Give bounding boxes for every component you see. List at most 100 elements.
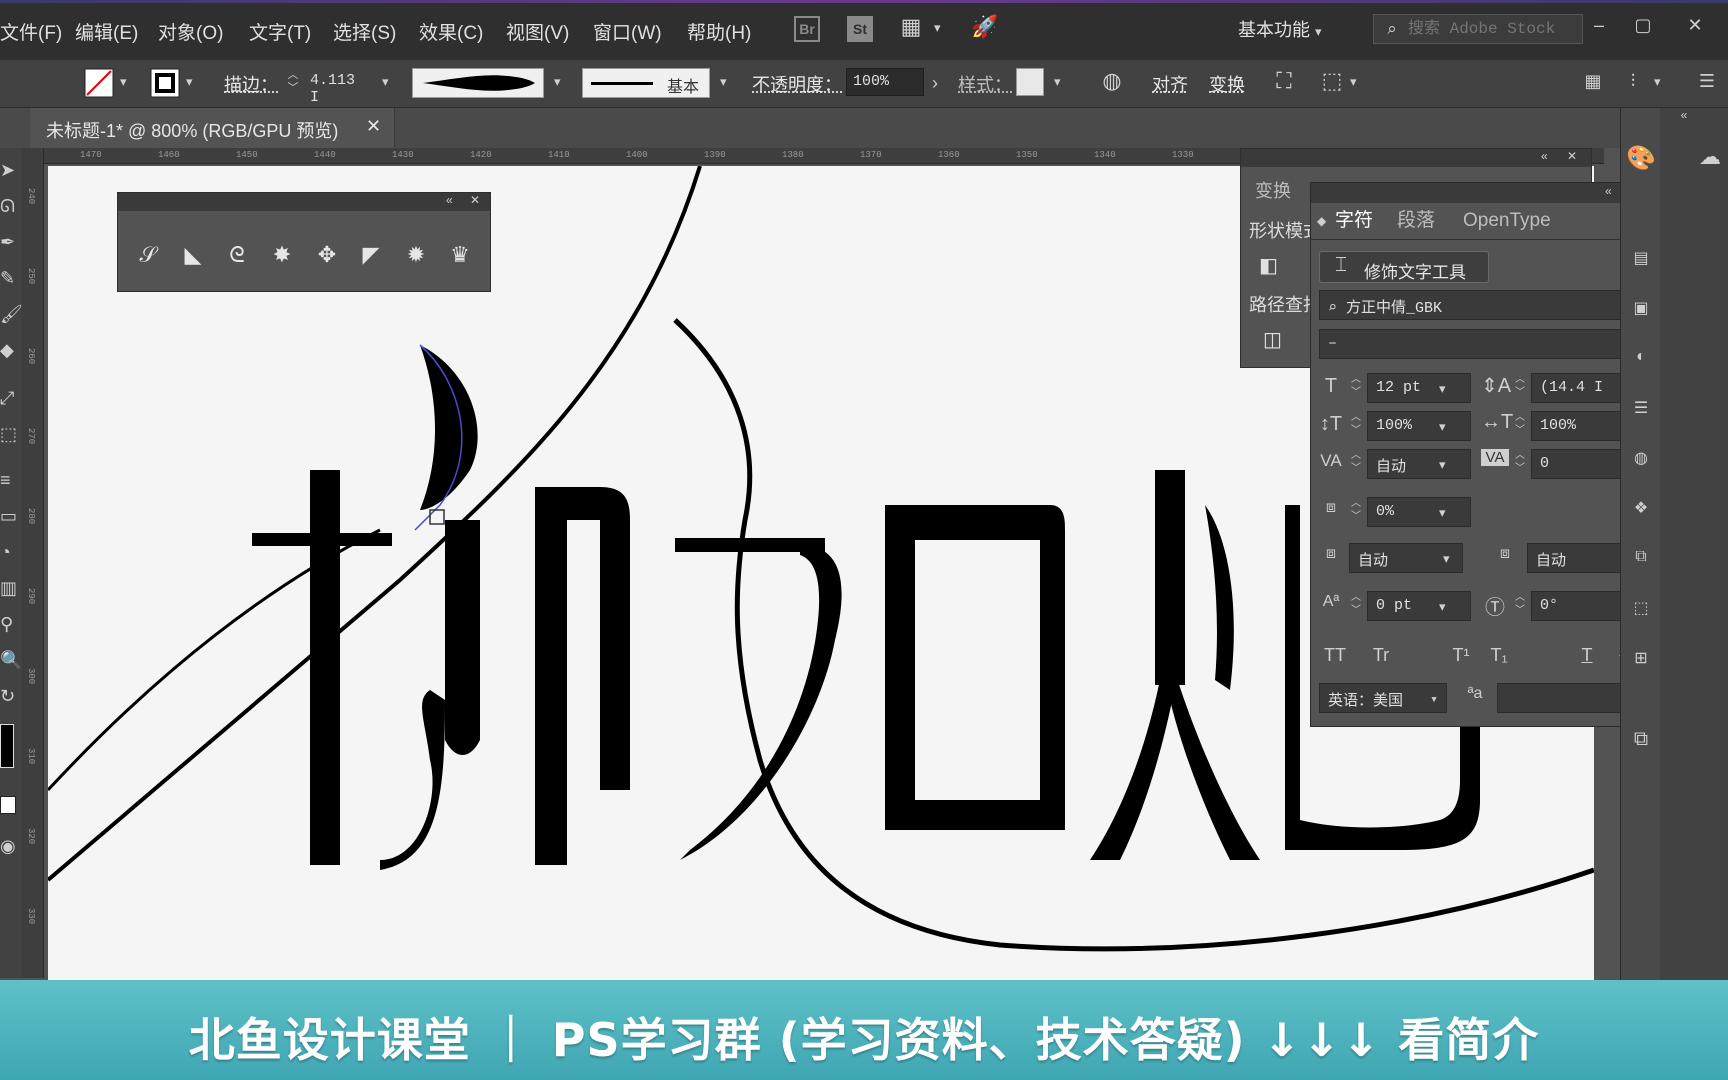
graph-tool-icon[interactable]: ▥: [0, 574, 22, 602]
creative-cloud-libraries-icon[interactable]: ☁: [1694, 144, 1726, 170]
all-caps-icon[interactable]: TT: [1319, 645, 1351, 666]
stock-search-input[interactable]: [1408, 19, 1578, 39]
color-guide-icon[interactable]: 🎨: [1625, 144, 1657, 173]
symbol-sprayer-icon[interactable]: ◔: [0, 538, 22, 566]
collapse-icon[interactable]: «: [1605, 184, 1612, 198]
flag-shape-icon[interactable]: ◣: [177, 241, 209, 269]
lasso-tool-icon[interactable]: ᘏ: [0, 192, 22, 220]
vertical-scale-chevron-icon[interactable]: ▾: [1439, 419, 1446, 435]
align-link[interactable]: 对齐: [1152, 71, 1188, 97]
appearance-panel-icon[interactable]: ☰: [1627, 398, 1655, 418]
workspace-switcher[interactable]: 基本功能 ▾: [1238, 16, 1322, 42]
crown-shape-icon[interactable]: ♛: [444, 241, 476, 269]
stroke-weight-field[interactable]: 4.113 I: [304, 68, 374, 106]
kerning-field[interactable]: 自动: [1367, 449, 1471, 479]
gradient-panel-icon[interactable]: ▣: [1627, 298, 1655, 318]
collapse-icon[interactable]: «: [1541, 149, 1548, 163]
graphic-style-swatch[interactable]: [1016, 68, 1044, 96]
tab-opentype[interactable]: OpenType: [1463, 205, 1551, 237]
menu-file[interactable]: 文件(F): [0, 18, 62, 45]
star-burst-icon[interactable]: ✹: [400, 241, 432, 269]
arrange-chevron-icon[interactable]: ▾: [934, 20, 941, 36]
kerning-chevron-icon[interactable]: ▾: [1439, 457, 1446, 473]
fill-color-box[interactable]: [0, 724, 14, 768]
panel-options-icon[interactable]: ⫶: [1618, 68, 1648, 94]
stroke-swatch[interactable]: [150, 68, 180, 98]
none-color-icon[interactable]: [0, 796, 16, 814]
stroke-weight-label[interactable]: 描边：: [224, 71, 278, 97]
close-icon[interactable]: ✕: [1567, 149, 1577, 163]
subscript-icon[interactable]: T₁: [1485, 645, 1513, 666]
control-menu-icon[interactable]: ☰: [1694, 68, 1720, 94]
warp-chevron-icon[interactable]: ▾: [1350, 74, 1357, 90]
swap-colors-icon[interactable]: ↻: [0, 682, 22, 710]
recolor-artwork-icon[interactable]: ◍: [1098, 68, 1126, 94]
artboards-panel-icon[interactable]: ⬚: [1627, 598, 1655, 618]
dock-collapse-icon[interactable]: «: [1664, 108, 1704, 122]
fill-chevron-icon[interactable]: ▾: [120, 74, 127, 90]
vertical-scale-spinner[interactable]: ︿ ﹀: [1349, 411, 1363, 441]
transform-link[interactable]: 变换: [1209, 71, 1245, 97]
profile-chevron-icon[interactable]: ▾: [554, 74, 561, 90]
gpu-performance-icon[interactable]: 🚀: [970, 14, 1000, 40]
layers-panel-icon[interactable]: ⧉: [1627, 548, 1655, 566]
menu-help[interactable]: 帮助(H): [687, 18, 751, 45]
gradient-tool-icon[interactable]: ▭: [0, 502, 22, 530]
scroll-shape-icon[interactable]: 𝒮: [132, 241, 164, 269]
aki-left-chevron-icon[interactable]: ▾: [1443, 551, 1450, 567]
bridge-button[interactable]: Br: [794, 16, 820, 42]
opacity-field[interactable]: 100%: [846, 68, 924, 96]
opacity-label[interactable]: 不透明度：: [752, 71, 842, 97]
pathfinder-panel-icon[interactable]: ⧉: [1625, 728, 1657, 751]
stroke-weight-chevron-icon[interactable]: ▾: [382, 74, 389, 90]
panel-chevron-icon[interactable]: ▾: [1654, 74, 1661, 90]
transparency-panel-icon[interactable]: ◐: [1627, 348, 1655, 366]
tsume-field[interactable]: 0%: [1367, 497, 1471, 527]
touch-type-tool-button[interactable]: ⌶ 修饰文字工具: [1319, 251, 1489, 283]
graphic-styles-icon[interactable]: ◍: [1627, 448, 1655, 468]
zoom-tool-icon[interactable]: 🔍: [0, 646, 22, 674]
document-tab-close-button[interactable]: ✕: [366, 116, 381, 137]
maximize-button[interactable]: ▢: [1628, 10, 1658, 40]
isolate-group-icon[interactable]: ⛶: [1270, 68, 1298, 94]
baseline-shift-spinner[interactable]: ︿ ﹀: [1349, 591, 1363, 621]
arrange-grid-icon[interactable]: ▦: [1580, 68, 1606, 94]
menu-edit[interactable]: 编辑(E): [75, 18, 138, 45]
brush-tool-icon[interactable]: 🖌: [0, 300, 22, 328]
stroke-chevron-icon[interactable]: ▾: [186, 74, 193, 90]
stroke-spinner-icon[interactable]: ︿ ﹀: [286, 69, 300, 95]
rotation-spinner[interactable]: ︿ ﹀: [1513, 591, 1527, 621]
menu-select[interactable]: 选择(S): [333, 18, 396, 45]
opacity-arrow-icon[interactable]: ›: [924, 70, 946, 96]
language-select[interactable]: 英语：美国 ▾: [1319, 683, 1447, 713]
fill-swatch-none[interactable]: [84, 68, 114, 98]
puppet-warp-icon[interactable]: ⬚: [1318, 68, 1346, 94]
banner-shape-icon[interactable]: ◤: [355, 241, 387, 269]
underline-icon[interactable]: T: [1573, 645, 1601, 666]
pencil-tool-icon[interactable]: ✎: [0, 264, 22, 292]
superscript-icon[interactable]: T¹: [1447, 645, 1475, 666]
eyedropper-tool-icon[interactable]: ⚲: [0, 610, 22, 638]
menu-type[interactable]: 文字(T): [249, 18, 311, 45]
baseline-shift-field[interactable]: 0 pt: [1367, 591, 1471, 621]
style-label[interactable]: 样式：: [958, 71, 1012, 97]
font-size-field[interactable]: 12 pt: [1367, 373, 1471, 403]
align-panel-icon[interactable]: ⊞: [1627, 648, 1655, 668]
minimize-button[interactable]: –: [1584, 10, 1614, 40]
font-size-chevron-icon[interactable]: ▾: [1439, 381, 1446, 397]
arrow-cross-icon[interactable]: ✥: [311, 241, 343, 269]
symbols-panel-icon[interactable]: ❖: [1627, 498, 1655, 518]
selection-tool-icon[interactable]: ➤: [0, 156, 22, 184]
baseline-shift-chevron-icon[interactable]: ▾: [1439, 599, 1446, 615]
stock-search[interactable]: ⌕: [1373, 14, 1583, 44]
menu-view[interactable]: 视图(V): [506, 18, 569, 45]
curl-shape-icon[interactable]: ᘓ: [221, 241, 253, 269]
close-window-button[interactable]: ✕: [1680, 10, 1710, 40]
menu-window[interactable]: 窗口(W): [593, 18, 662, 45]
style-chevron-icon[interactable]: ▾: [1054, 74, 1061, 90]
tab-character[interactable]: 字符: [1335, 205, 1373, 237]
brush-chevron-icon[interactable]: ▾: [720, 74, 727, 90]
free-transform-tool-icon[interactable]: ⬚: [0, 420, 22, 448]
leading-spinner[interactable]: ︿ ﹀: [1513, 373, 1527, 403]
transform-tab[interactable]: 变换: [1255, 177, 1291, 203]
